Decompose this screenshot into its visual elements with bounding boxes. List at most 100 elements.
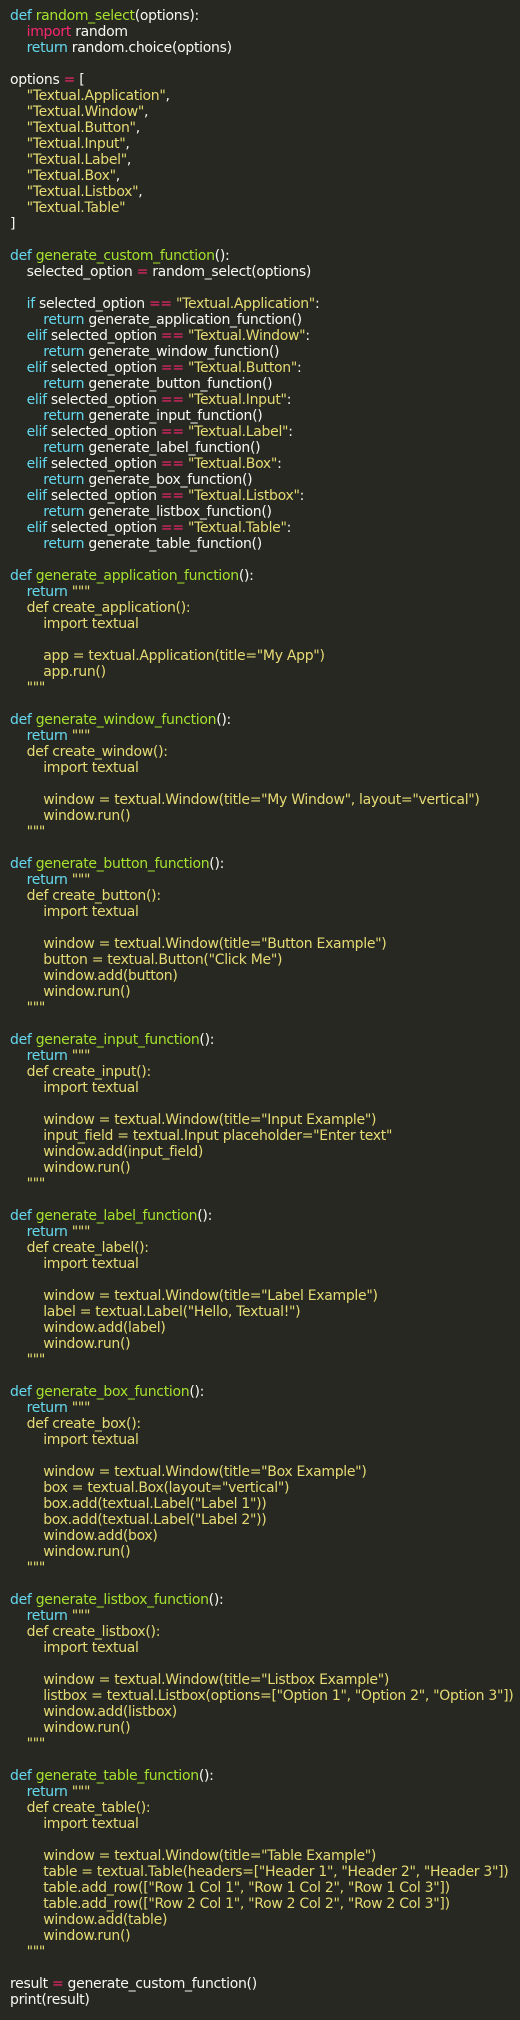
- code-line: return generate_table_function(): [0, 536, 520, 552]
- code-token: random: [71, 24, 128, 40]
- code-token: return: [43, 408, 85, 424]
- code-token: ==: [160, 456, 184, 472]
- code-token: import: [26, 24, 72, 40]
- code-line: listbox = textual.Listbox(options=["Opti…: [0, 1688, 520, 1704]
- code-token: input_field = textual.Input placeholder=…: [10, 1128, 393, 1144]
- code-token: random_select: [35, 8, 135, 24]
- code-token: ():: [197, 1208, 213, 1224]
- code-token: ():: [199, 1032, 215, 1048]
- code-line: window.add(box): [0, 1528, 520, 1544]
- code-line: "Textual.Input",: [0, 136, 520, 152]
- code-line: def generate_window_function():: [0, 712, 520, 728]
- code-token: elif: [26, 488, 47, 504]
- code-token: window.run(): [10, 1336, 131, 1352]
- code-token: generate_listbox_function(): [84, 504, 272, 520]
- code-line: table.add_row(["Row 1 Col 1", "Row 1 Col…: [0, 1880, 520, 1896]
- code-line: return random.choice(options): [0, 40, 520, 56]
- code-token: selected_option: [46, 520, 161, 536]
- code-line: ]: [0, 216, 520, 232]
- code-token: window = textual.Window(title="Label Exa…: [10, 1288, 378, 1304]
- code-token: "Textual.Application": [176, 296, 315, 312]
- code-token: "Textual.Table": [26, 200, 126, 216]
- code-token: print(result): [10, 1992, 90, 2008]
- code-token: selected_option: [46, 392, 161, 408]
- code-token: "Textual.Window": [26, 104, 145, 120]
- code-line: elif selected_option == "Textual.Box":: [0, 456, 520, 472]
- code-token: return: [43, 440, 85, 456]
- code-token: window = textual.Window(title="Listbox E…: [10, 1672, 390, 1688]
- code-token: window.run(): [10, 984, 131, 1000]
- code-token: selected_option: [46, 456, 161, 472]
- code-token: def create_application():: [10, 600, 191, 616]
- code-token: def: [10, 1384, 36, 1400]
- code-token: return: [26, 872, 68, 888]
- code-line: def random_select(options):: [0, 8, 520, 24]
- code-token: def: [10, 712, 36, 728]
- code-line: elif selected_option == "Textual.Window"…: [0, 328, 520, 344]
- code-line: window = textual.Window(title="Listbox E…: [0, 1672, 520, 1688]
- code-token: ():: [216, 712, 231, 728]
- code-line: return generate_application_function(): [0, 312, 520, 328]
- code-token: window.add(label): [10, 1320, 166, 1336]
- code-line: def generate_table_function():: [0, 1768, 520, 1784]
- code-token: return: [26, 1048, 68, 1064]
- code-line: window.run(): [0, 1336, 520, 1352]
- code-line: window.run(): [0, 1928, 520, 1944]
- code-token: import textual: [10, 1816, 139, 1832]
- code-token: ]: [10, 216, 16, 232]
- code-line: box.add(textual.Label("Label 1")): [0, 1496, 520, 1512]
- code-line: def generate_button_function():: [0, 856, 520, 872]
- code-token: def: [10, 856, 36, 872]
- code-token: selected_option: [34, 296, 149, 312]
- code-token: window.add(button): [10, 968, 178, 984]
- code-token: :: [299, 488, 305, 504]
- code-line: return """: [0, 584, 520, 600]
- code-token: table = textual.Table(headers=["Header 1…: [10, 1864, 509, 1880]
- code-token: window = textual.Window(title="Input Exa…: [10, 1112, 377, 1128]
- code-token: return: [43, 536, 85, 552]
- code-token: selected_option: [10, 264, 137, 280]
- code-token: [: [75, 72, 85, 88]
- code-line: elif selected_option == "Textual.Label":: [0, 424, 520, 440]
- code-token: def create_box():: [10, 1416, 141, 1432]
- code-token: ():: [214, 248, 230, 264]
- code-token: selected_option: [46, 328, 161, 344]
- code-token: window.run(): [10, 1544, 131, 1560]
- code-line: def create_table():: [0, 1800, 520, 1816]
- code-line: "Textual.Listbox",: [0, 184, 520, 200]
- code-line: return """: [0, 1400, 520, 1416]
- code-line: """: [0, 680, 520, 696]
- code-line: if selected_option == "Textual.Applicati…: [0, 296, 520, 312]
- code-token: ():: [198, 1768, 214, 1784]
- code-token: return: [26, 584, 68, 600]
- code-editor[interactable]: def random_select(options): import rando…: [0, 0, 520, 2020]
- code-line: window = textual.Window(title="Table Exa…: [0, 1848, 520, 1864]
- code-token: generate_label_function(): [84, 440, 261, 456]
- code-token: window = textual.Window(title="Table Exa…: [10, 1848, 377, 1864]
- code-line: window.add(listbox): [0, 1704, 520, 1720]
- code-line: def create_window():: [0, 744, 520, 760]
- code-token: "Textual.Button": [26, 120, 136, 136]
- code-line: window.run(): [0, 808, 520, 824]
- code-token: "Textual.Input": [26, 136, 126, 152]
- code-line: elif selected_option == "Textual.Listbox…: [0, 488, 520, 504]
- code-line: window = textual.Window(title="Label Exa…: [0, 1288, 520, 1304]
- code-line: def generate_box_function():: [0, 1384, 520, 1400]
- code-token: app = textual.Application(title="My App"…: [10, 648, 325, 664]
